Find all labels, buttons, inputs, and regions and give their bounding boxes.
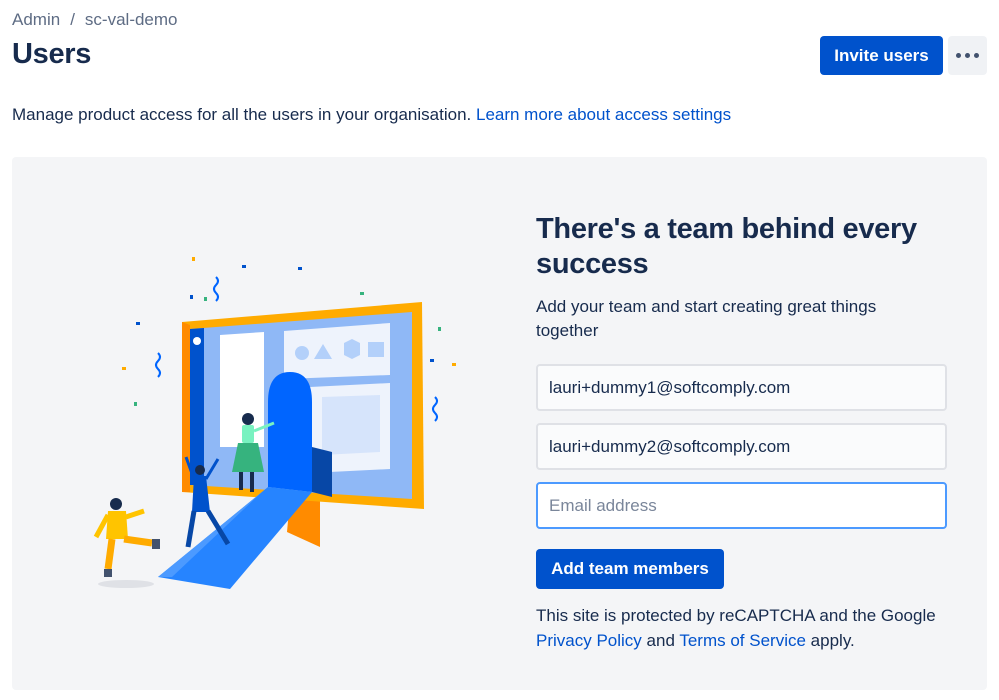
terms-of-service-link[interactable]: Terms of Service	[679, 631, 806, 650]
add-team-members-button[interactable]: Add team members	[536, 549, 724, 589]
breadcrumb-admin[interactable]: Admin	[12, 10, 60, 30]
breadcrumb: Admin / sc-val-demo	[12, 10, 178, 30]
more-icon[interactable]	[948, 36, 987, 75]
email-field-1[interactable]	[536, 364, 947, 411]
dot	[956, 53, 961, 58]
email-field-2[interactable]	[536, 423, 947, 470]
access-settings-link[interactable]: Learn more about access settings	[476, 105, 731, 124]
intro-description: Manage product access for all the users …	[12, 105, 472, 124]
privacy-policy-link[interactable]: Privacy Policy	[536, 631, 642, 650]
team-illustration	[93, 257, 456, 589]
captcha-prefix: This site is protected by reCAPTCHA and …	[536, 606, 936, 625]
dot	[965, 53, 970, 58]
captcha-suffix: apply.	[810, 631, 855, 650]
dot	[974, 53, 979, 58]
breadcrumb-org[interactable]: sc-val-demo	[85, 10, 178, 30]
captcha-and: and	[646, 631, 675, 650]
panel-subtext: Add your team and start creating great t…	[536, 297, 877, 340]
email-field-3[interactable]	[536, 482, 947, 529]
recaptcha-notice: This site is protected by reCAPTCHA and …	[536, 603, 956, 653]
breadcrumb-separator: /	[70, 10, 75, 29]
invite-users-button[interactable]: Invite users	[820, 36, 943, 75]
intro-text: Manage product access for all the users …	[12, 105, 731, 125]
page-title: Users	[12, 38, 92, 70]
invite-panel: There's a team behind every success Add …	[12, 157, 987, 690]
panel-heading: There's a team behind every success	[536, 213, 917, 280]
